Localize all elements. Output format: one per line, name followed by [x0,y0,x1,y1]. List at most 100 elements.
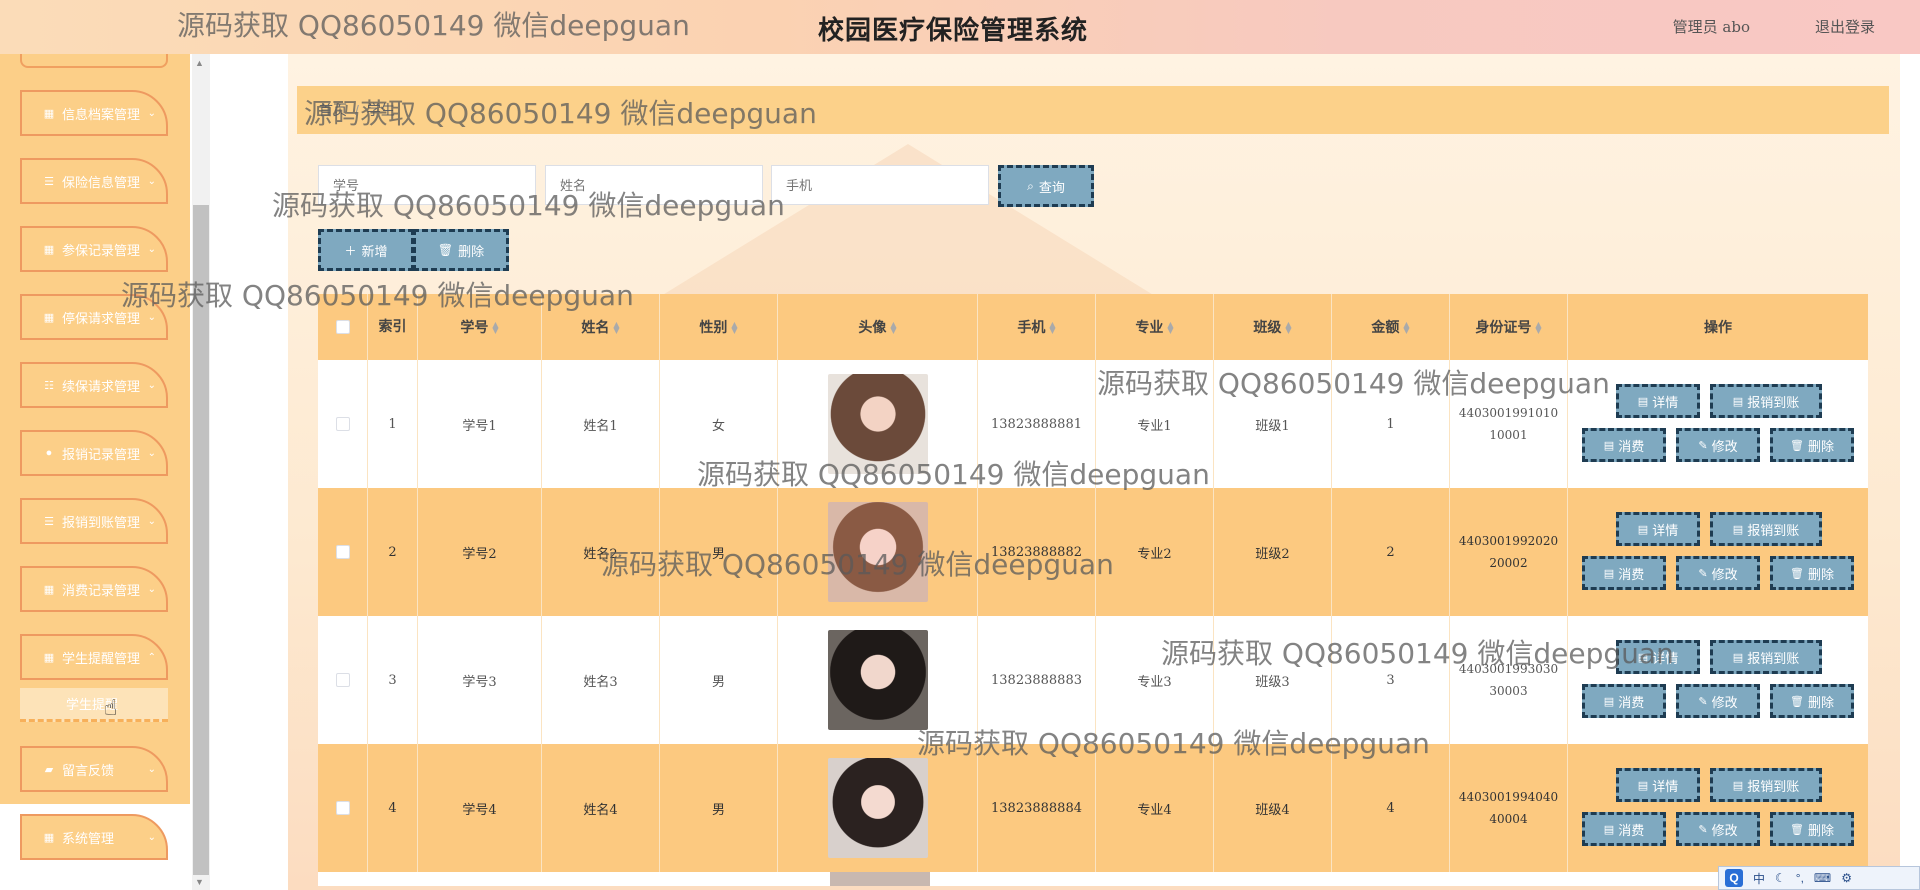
settings-icon[interactable]: ⚙ [1841,871,1852,885]
row-checkbox[interactable] [335,801,350,815]
reimburse-button[interactable]: ▤ 报销到账 [1710,384,1822,418]
sidebar-item-enroll[interactable]: ▦ 参保记录管理 ⌄ [20,226,168,272]
chevron-up-icon: ⌃ [147,652,156,663]
edit-button[interactable]: ✎ 修改 [1676,812,1760,846]
student-id-input[interactable] [318,165,536,205]
row-actions: ▤ 详情 ▤ 报销到账 ▤ 消费 ✎ 修改 🗑 删除 [1568,616,1868,744]
column-header-major[interactable]: 专业 ▲ ▼ [1096,294,1214,360]
sidebar-subitem-student-remind[interactable]: 学生提醒 [20,688,168,722]
column-header-sid[interactable]: 学号 ▲ ▼ [418,294,542,360]
column-header-class[interactable]: 班级 ▲ ▼ [1214,294,1332,360]
edit-icon: ✎ [1698,438,1708,452]
select-all-checkbox[interactable] [335,320,350,334]
name-input[interactable] [545,165,763,205]
sidebar-item-remind[interactable]: ▦ 学生提醒管理 ⌃ [20,634,168,680]
delete-button[interactable]: 🗑 删除 [1770,556,1854,590]
sidebar-item-system[interactable]: ▦ 系统管理 ⌄ [20,814,168,860]
cell-phone: 13823888882 [978,488,1096,616]
trash-icon: 🗑 [1790,566,1804,580]
sidebar-item-consume[interactable]: ▦ 消费记录管理 ⌄ [20,566,168,612]
keyboard-icon[interactable]: ⌨ [1814,871,1831,885]
cell-phone: 13823888883 [978,616,1096,744]
chevron-down-icon: ⌄ [147,312,156,323]
ime-mode[interactable]: 中 [1753,870,1765,887]
ime-toolbar[interactable]: Q 中 ☾ °, ⌨ ⚙ [1718,866,1920,890]
doc-icon: ▤ [1603,438,1615,452]
cell-amount: 2 [1332,488,1450,616]
phone-input[interactable] [771,165,989,205]
doc-icon: ▤ [1732,394,1744,408]
ime-logo-icon[interactable]: Q [1725,869,1743,887]
hand-cursor-icon: ☝ [104,695,118,720]
reimburse-button[interactable]: ▤ 报销到账 [1710,640,1822,674]
reimburse-button[interactable]: ▤ 报销到账 [1710,512,1822,546]
edit-button[interactable]: ✎ 修改 [1676,428,1760,462]
column-header-amount[interactable]: 金额 ▲ ▼ [1332,294,1450,360]
consume-button[interactable]: ▤ 消费 [1582,684,1666,718]
sidebar-item-label: 系统管理 [62,830,115,846]
delete-button[interactable]: 🗑 删除 [1770,428,1854,462]
sidebar-item-renew[interactable]: ☷ 续保请求管理 ⌄ [20,362,168,408]
consume-button[interactable]: ▤ 消费 [1582,812,1666,846]
reimburse-button[interactable]: ▤ 报销到账 [1710,768,1822,802]
cell-sid: 学号1 [418,360,542,488]
sidebar-item-archive[interactable]: ▦ 信息档案管理 ⌄ [20,90,168,136]
query-button[interactable]: ⌕ 查询 [998,165,1094,207]
edit-icon: ✎ [1698,822,1708,836]
consume-button[interactable]: ▤ 消费 [1582,428,1666,462]
avatar [827,374,928,474]
sidebar-item-stop[interactable]: ▦ 停保请求管理 ⌄ [20,294,168,340]
trash-icon: 🗑 [1790,694,1804,708]
column-header-gender[interactable]: 性别 ▲ ▼ [660,294,778,360]
doc-icon: ▤ [1732,522,1744,536]
sidebar-item-label: 参保记录管理 [62,242,141,258]
moon-icon[interactable]: ☾ [1775,871,1786,885]
cell-index: 1 [368,360,418,488]
app-title: 校园医疗保险管理系统 [818,16,1089,46]
edit-button[interactable]: ✎ 修改 [1676,684,1760,718]
doc-icon: ▤ [1603,566,1615,580]
column-header-phone[interactable]: 手机 ▲ ▼ [978,294,1096,360]
doc-icon: ▤ [1603,822,1615,836]
column-header-ops: 操作 [1704,320,1732,336]
add-button[interactable]: ＋ 新增 [318,229,414,271]
grid-icon: ▦ [43,243,55,256]
sidebar-item-feedback[interactable]: ▰ 留言反馈 ⌄ [20,746,168,792]
sidebar-item-reimburse[interactable]: ● 报销记录管理 ⌄ [20,430,168,476]
row-actions: ▤ 详情 ▤ 报销到账 ▤ 消费 ✎ 修改 🗑 删除 [1568,360,1868,488]
row-checkbox[interactable] [335,417,350,431]
scroll-down-icon[interactable]: ▼ [195,877,204,887]
column-header-name[interactable]: 姓名 ▲ ▼ [542,294,660,360]
row-actions: ▤ 详情 ▤ 报销到账 ▤ 消费 ✎ 修改 🗑 删除 [1568,744,1868,872]
breadcrumb: 首页 / 学生 [297,86,1889,134]
cell-gender: 女 [660,360,778,488]
logout-link[interactable]: 退出登录 [1815,16,1875,37]
sidebar-item-partial[interactable] [20,54,168,68]
table-header: 索引 学号 ▲ ▼ 姓名 ▲ ▼ 性别 ▲ ▼ 头像 ▲ ▼ 手机 ▲ ▼ 专业 ▲ ▼ 班级 ▲ ▼ 金额… [318,294,1868,360]
breadcrumb-home[interactable]: 首页 [319,100,347,120]
detail-button[interactable]: ▤ 详情 [1616,768,1700,802]
row-checkbox[interactable] [335,673,350,687]
delete-button[interactable]: 🗑 删除 [1770,812,1854,846]
sort-icon: ▲ ▼ [1167,319,1174,335]
punctuation-icon[interactable]: °, [1796,871,1804,885]
edit-button[interactable]: ✎ 修改 [1676,556,1760,590]
sidebar-item-insurance[interactable]: ☰ 保险信息管理 ⌄ [20,158,168,204]
current-user: 管理员 abo [1672,18,1750,36]
detail-button[interactable]: ▤ 详情 [1616,640,1700,674]
sidebar-item-arrival[interactable]: ☰ 报销到账管理 ⌄ [20,498,168,544]
batch-delete-button[interactable]: 🗑 删除 [413,229,509,271]
column-header-idcard[interactable]: 身份证号 ▲ ▼ [1450,294,1568,360]
delete-button[interactable]: 🗑 删除 [1770,684,1854,718]
detail-button[interactable]: ▤ 详情 [1616,384,1700,418]
column-header-avatar[interactable]: 头像 ▲ ▼ [778,294,978,360]
sliders-icon: ☷ [44,379,54,392]
sidebar-item-label: 消费记录管理 [62,582,141,598]
scroll-up-icon[interactable]: ▲ [195,58,204,68]
detail-button[interactable]: ▤ 详情 [1616,512,1700,546]
consume-button[interactable]: ▤ 消费 [1582,556,1666,590]
row-actions: ▤ 详情 ▤ 报销到账 ▤ 消费 ✎ 修改 🗑 删除 [1568,488,1868,616]
sidebar-scroll-thumb[interactable] [193,205,209,875]
row-checkbox[interactable] [335,545,350,559]
chevron-down-icon: ⌄ [147,176,156,187]
